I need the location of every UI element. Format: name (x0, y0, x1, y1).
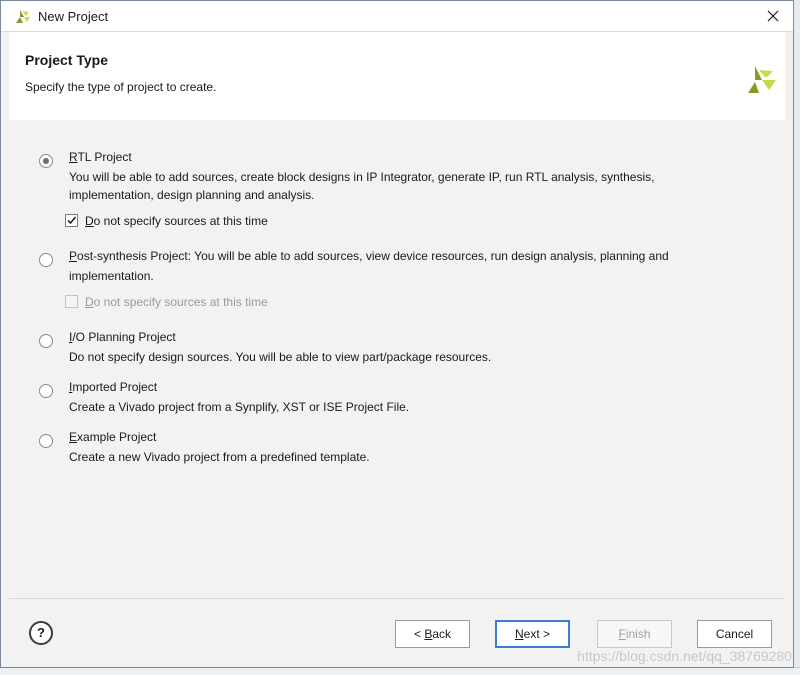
project-type-options: RTL Project You will be able to add sour… (9, 120, 785, 598)
next-label: ext > (523, 627, 551, 641)
mnemonic: P (69, 249, 78, 263)
radio-imported-project[interactable] (39, 384, 53, 398)
option-title[interactable]: RTL Project (69, 150, 132, 164)
radio-example-project[interactable] (39, 434, 53, 448)
close-icon (767, 10, 779, 22)
rtl-no-sources-checkbox[interactable] (65, 214, 78, 227)
background-app-strip-right (794, 0, 800, 675)
option-description: You will be able to add sources, create … (69, 170, 655, 202)
option-description: Create a Vivado project from a Synplify,… (69, 400, 410, 414)
option-title-text: xample Project (77, 430, 157, 444)
option-title-text: ost-synthesis Project (77, 249, 188, 263)
mnemonic: B (424, 627, 433, 641)
option-title-text: mported Project (72, 380, 158, 394)
option-title-text: TL Project (77, 150, 132, 164)
option-title[interactable]: I/O Planning Project (69, 330, 176, 344)
back-button[interactable]: < Back (395, 620, 470, 648)
close-button[interactable] (753, 1, 793, 31)
finish-button: Finish (597, 620, 672, 648)
radio-rtl-project[interactable] (39, 154, 53, 168)
back-prefix: < (413, 627, 421, 641)
radio-io-planning-project[interactable] (39, 334, 53, 348)
vivado-logo-icon (16, 10, 30, 23)
new-project-dialog: New Project Project Type Specify the typ… (0, 0, 794, 668)
option-description: implementation. (69, 269, 154, 283)
post-no-sources-checkbox (65, 295, 78, 308)
checkbox-label-text: o not specify sources at this time (93, 295, 268, 309)
option-title[interactable]: Example Project (69, 430, 156, 444)
help-icon[interactable]: ? (29, 621, 53, 645)
back-label: ack (432, 627, 452, 641)
option-description: Create a new Vivado project from a prede… (69, 450, 370, 464)
mnemonic: D (85, 214, 94, 228)
option-description: Do not specify design sources. You will … (69, 350, 492, 364)
page-header: Project Type Specify the type of project… (9, 32, 785, 120)
checkbox-label[interactable]: Do not specify sources at this time (85, 214, 268, 228)
mnemonic: F (618, 627, 626, 641)
cancel-button[interactable]: Cancel (697, 620, 772, 648)
vivado-brand-icon (748, 66, 776, 93)
option-title-text: /O Planning Project (72, 330, 176, 344)
mnemonic: D (85, 295, 94, 309)
finish-label: inish (625, 627, 651, 641)
radio-post-synthesis-project[interactable] (39, 253, 53, 267)
window-title: New Project (38, 9, 109, 24)
option-title[interactable]: Imported Project (69, 380, 157, 394)
page-subtitle: Specify the type of project to create. (25, 80, 217, 94)
option-inline-description: : You will be able to add sources, view … (187, 249, 669, 263)
background-app-strip-bottom (0, 667, 800, 675)
page-title: Project Type (25, 52, 108, 68)
option-title[interactable]: Post-synthesis Project: You will be able… (69, 249, 669, 263)
title-bar[interactable]: New Project (1, 1, 793, 32)
checkmark-icon (67, 216, 77, 225)
mnemonic: N (514, 627, 524, 641)
next-button[interactable]: Next > (495, 620, 570, 648)
mnemonic: E (69, 430, 78, 444)
checkbox-label: Do not specify sources at this time (85, 295, 268, 309)
watermark: https://blog.csdn.net/qq_38769280 (577, 648, 792, 664)
checkbox-label-text: o not specify sources at this time (93, 214, 268, 228)
